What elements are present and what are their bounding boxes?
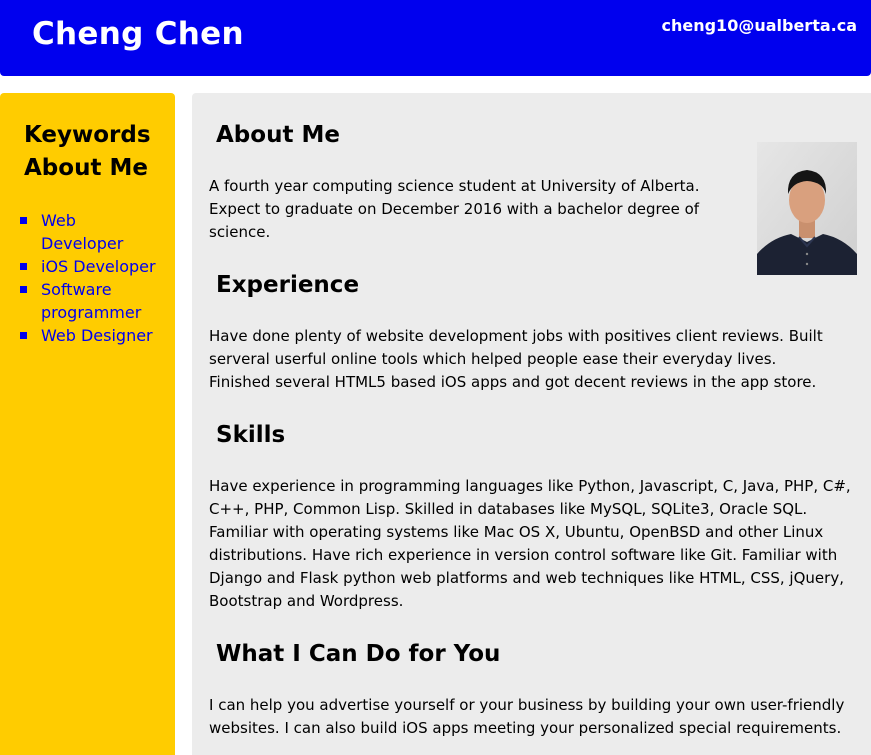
keyword-item: Web Designer <box>20 324 170 347</box>
about-me-text: A fourth year computing science student … <box>209 177 700 241</box>
experience-heading: Experience <box>216 272 360 298</box>
keyword-link-software-programmer[interactable]: Software programmer <box>41 278 163 324</box>
keyword-item: Web Developer <box>20 209 170 255</box>
square-bullet-icon <box>20 217 27 224</box>
profile-photo <box>757 142 857 275</box>
square-bullet-icon <box>20 263 27 270</box>
keyword-link-ios-developer[interactable]: iOS Developer <box>41 255 163 278</box>
keyword-link-web-developer[interactable]: Web Developer <box>41 209 163 255</box>
what-i-can-do-heading: What I Can Do for You <box>216 641 501 667</box>
keywords-list: Web Developer iOS Developer Software pro… <box>20 209 170 347</box>
keywords-sidebar: Keywords About Me Web Developer iOS Deve… <box>0 93 175 755</box>
experience-text: Have done plenty of website development … <box>209 327 823 391</box>
site-header: Cheng Chen cheng10@ualberta.ca <box>0 0 871 76</box>
main-content: About Me A fourth year computing science… <box>192 93 871 755</box>
profile-portrait-icon <box>757 142 857 275</box>
skills-text: Have experience in programming languages… <box>209 477 851 610</box>
what-i-can-do-text: I can help you advertise yourself or you… <box>209 696 845 737</box>
skills-heading: Skills <box>216 422 286 448</box>
about-me-heading: About Me <box>216 122 340 148</box>
contact-email[interactable]: cheng10@ualberta.ca <box>661 16 857 35</box>
keyword-item: iOS Developer <box>20 255 170 278</box>
site-owner-name: Cheng Chen <box>32 16 244 52</box>
keyword-link-web-designer[interactable]: Web Designer <box>41 324 163 347</box>
sidebar-title: Keywords About Me <box>24 122 151 181</box>
keyword-item: Software programmer <box>20 278 170 324</box>
square-bullet-icon <box>20 286 27 293</box>
square-bullet-icon <box>20 332 27 339</box>
